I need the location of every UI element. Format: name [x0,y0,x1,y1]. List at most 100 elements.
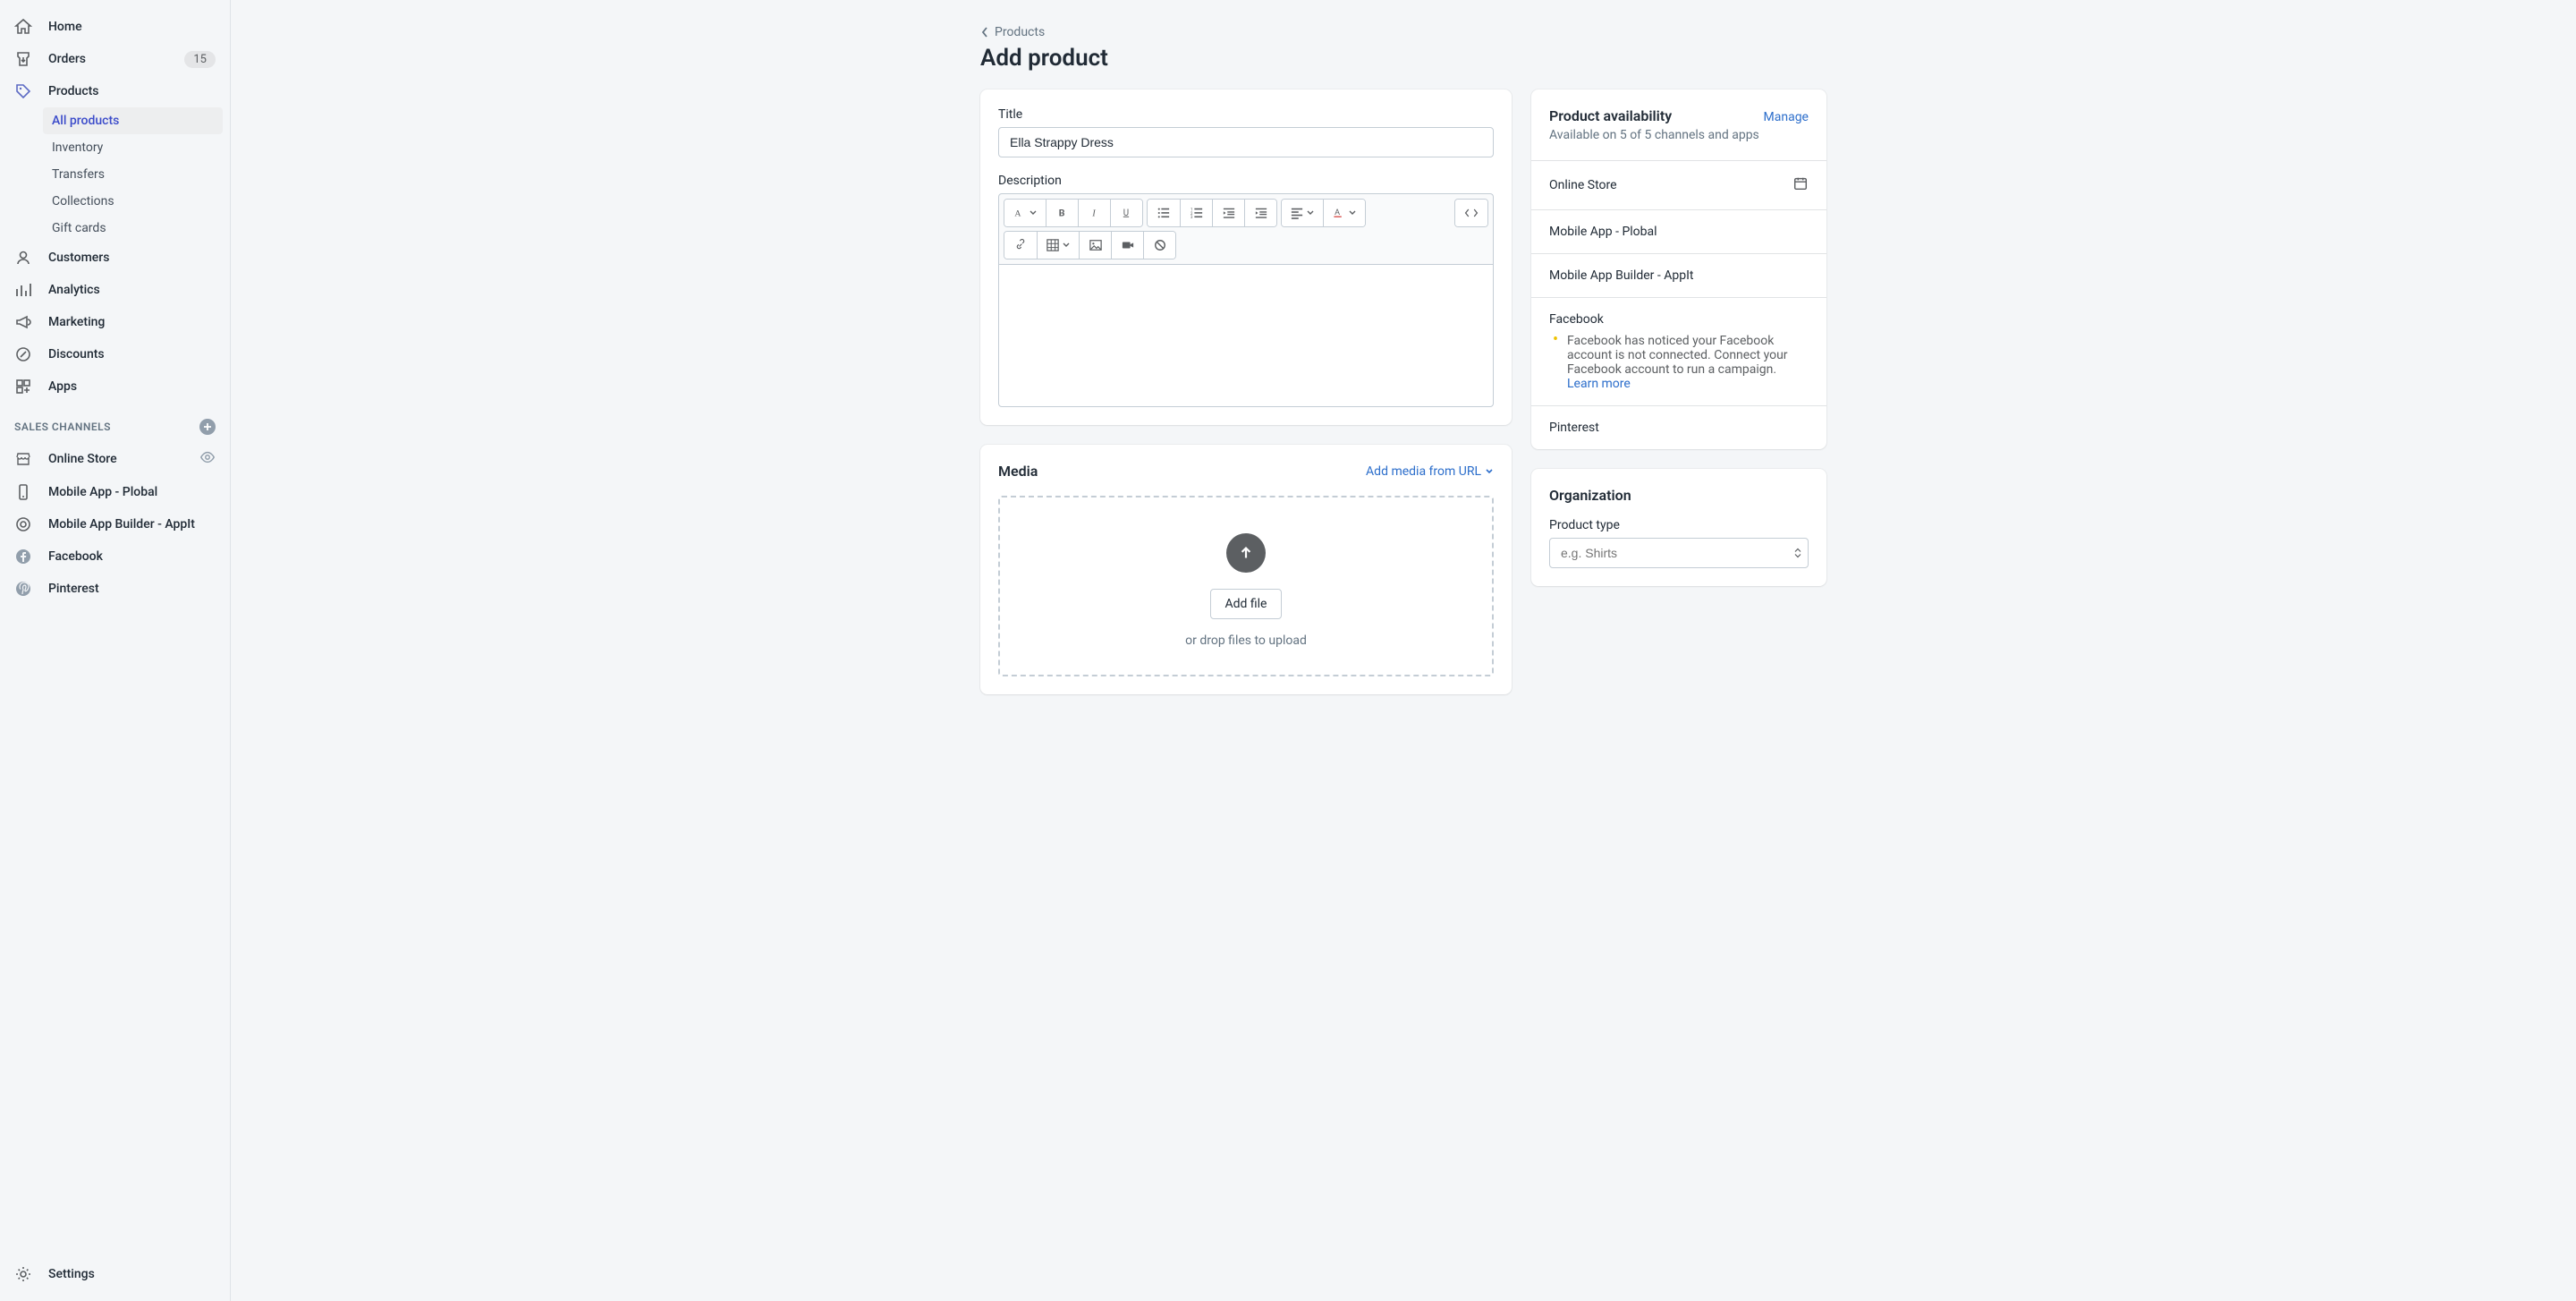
svg-text:B: B [1058,208,1064,219]
dropzone-hint: or drop files to upload [1018,633,1474,648]
rte-table-dropdown[interactable] [1037,232,1079,259]
channel-label: Mobile App - Plobal [48,485,157,499]
channel-name: Mobile App - Plobal [1549,225,1657,239]
nav-products[interactable]: Products [0,75,230,107]
channel-appit[interactable]: Mobile App Builder - AppIt [0,508,230,540]
schedule-icon[interactable] [1792,175,1809,195]
rte-bold-button[interactable]: B [1046,200,1078,226]
rte-indent-button[interactable] [1244,200,1276,226]
description-label: Description [998,174,1494,188]
channel-label: Pinterest [48,582,99,596]
organization-heading: Organization [1549,487,1809,504]
channel-name: Pinterest [1549,421,1599,435]
media-card: Media Add media from URL Add file or dro… [980,445,1512,694]
channel-label: Online Store [48,452,117,466]
learn-more-link[interactable]: Learn more [1567,377,1631,391]
rte-align-dropdown[interactable] [1282,200,1323,226]
rte-italic-button[interactable]: I [1078,200,1110,226]
rte-format-dropdown[interactable]: A [1004,200,1046,226]
rte-video-button[interactable] [1111,232,1143,259]
rte-color-dropdown[interactable]: A [1323,200,1365,226]
discounts-icon [14,345,32,363]
description-editor[interactable] [998,264,1494,407]
section-label: SALES CHANNELS [14,421,111,433]
nav-label: Orders [48,52,86,66]
subnav-gift-cards[interactable]: Gift cards [43,215,223,242]
nav-settings[interactable]: Settings [0,1258,230,1290]
svg-text:U: U [1123,208,1128,218]
subnav-transfers[interactable]: Transfers [43,161,223,188]
product-type-input[interactable] [1549,538,1809,568]
subnav-all-products[interactable]: All products [43,107,223,134]
marketing-icon [14,313,32,331]
subnav-collections[interactable]: Collections [43,188,223,215]
channel-facebook[interactable]: Facebook [0,540,230,573]
channel-name: Mobile App Builder - AppIt [1549,268,1693,283]
nav-marketing[interactable]: Marketing [0,306,230,338]
chevron-left-icon [980,26,989,38]
media-dropzone[interactable]: Add file or drop files to upload [998,496,1494,676]
chevron-down-icon [1485,467,1494,476]
nav-label: Customers [48,251,109,265]
title-input[interactable] [998,127,1494,157]
rte-ol-button[interactable]: 123 [1180,200,1212,226]
nav-customers[interactable]: Customers [0,242,230,274]
organization-card: Organization Product type [1531,469,1826,586]
nav-label: Products [48,84,99,98]
rte-underline-button[interactable]: U [1110,200,1142,226]
home-icon [14,18,32,36]
add-file-button[interactable]: Add file [1210,589,1283,619]
rte-image-button[interactable] [1079,232,1111,259]
warning-text: Facebook has noticed your Facebook accou… [1567,334,1788,377]
manage-availability-link[interactable]: Manage [1764,110,1809,124]
channel-label: Mobile App Builder - AppIt [48,517,195,531]
rte-link-button[interactable] [1004,232,1037,259]
subnav-inventory[interactable]: Inventory [43,134,223,161]
upload-icon [1226,533,1266,573]
availability-facebook: Facebook [1531,297,1826,334]
svg-text:A: A [1014,209,1021,219]
channel-name: Online Store [1549,178,1617,192]
rte-clear-button[interactable] [1143,232,1175,259]
add-media-url-label: Add media from URL [1366,464,1481,479]
apps-icon [14,378,32,395]
availability-subtext: Available on 5 of 5 channels and apps [1549,128,1809,142]
customers-icon [14,249,32,267]
channel-pinterest[interactable]: Pinterest [0,573,230,605]
pinterest-icon [14,580,32,598]
store-icon [14,450,32,468]
svg-text:I: I [1091,209,1096,219]
product-type-label: Product type [1549,518,1809,532]
nav-apps[interactable]: Apps [0,370,230,403]
rte-outdent-button[interactable] [1212,200,1244,226]
availability-online-store: Online Store [1531,160,1826,209]
media-heading: Media [998,463,1038,480]
nav-discounts[interactable]: Discounts [0,338,230,370]
product-info-card: Title Description A B I U [980,89,1512,425]
nav-orders[interactable]: Orders 15 [0,43,230,75]
availability-plobal: Mobile App - Plobal [1531,209,1826,253]
channel-label: Facebook [48,549,103,564]
rte-html-button[interactable] [1455,200,1487,226]
nav-label: Home [48,20,82,34]
rte-ul-button[interactable] [1148,200,1180,226]
channel-online-store[interactable]: Online Store [0,442,230,476]
products-icon [14,82,32,100]
svg-text:3: 3 [1191,216,1193,219]
main-content: Products Add product Title Description A [231,0,2576,1301]
availability-appit: Mobile App Builder - AppIt [1531,253,1826,297]
availability-card: Product availability Manage Available on… [1531,89,1826,449]
mobile-icon [14,483,32,501]
nav-analytics[interactable]: Analytics [0,274,230,306]
availability-heading: Product availability [1549,107,1672,124]
rte-toolbar: A B I U 123 [998,193,1494,264]
add-media-url-link[interactable]: Add media from URL [1366,464,1494,479]
nav-label: Apps [48,379,77,394]
add-channel-button[interactable] [199,419,216,435]
view-store-icon[interactable] [199,449,216,469]
channel-plobal[interactable]: Mobile App - Plobal [0,476,230,508]
sidebar: Home Orders 15 Products All products Inv… [0,0,231,1301]
nav-home[interactable]: Home [0,11,230,43]
breadcrumb[interactable]: Products [980,25,1045,39]
sales-channels-header: SALES CHANNELS [0,403,230,442]
